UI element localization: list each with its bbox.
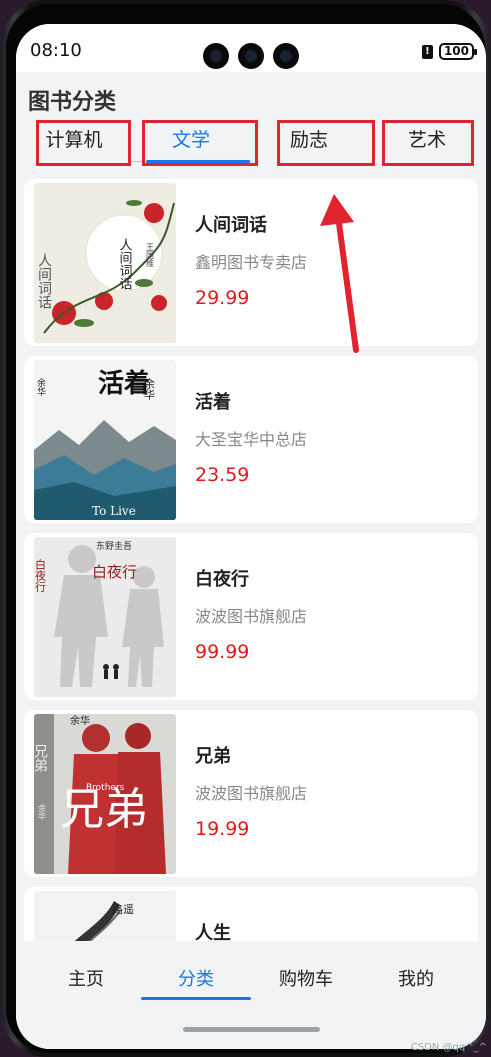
annotation-box [277, 120, 375, 166]
book-cover: 兄弟 Brothers 余华 兄弟 余华 [34, 714, 176, 874]
cover-art: 路遥 [34, 891, 176, 941]
annotation-box [382, 120, 474, 166]
status-bar: 08:10 ! 100 [16, 24, 486, 72]
cover-art: 活着 余华 余华 To Live [34, 360, 176, 520]
cover-author: 路遥 [112, 903, 134, 916]
cover-author: 余华 [38, 803, 47, 821]
cover-subtitle: Brothers [86, 783, 125, 793]
book-card[interactable]: 活着 余华 余华 To Live 活着 大圣宝华中总店 23.59 [24, 356, 478, 523]
book-title: 白夜行 [195, 569, 249, 590]
book-list[interactable]: 人间词话 人间词话 王国维 人间词话 鑫明图书专卖店 29.99 活着 余华 余… [24, 179, 478, 941]
nav-category[interactable]: 分类 [141, 965, 251, 991]
book-price: 99.99 [195, 641, 250, 663]
book-title: 人间词话 [195, 215, 267, 236]
book-title: 人生 [195, 923, 231, 941]
book-cover: 活着 余华 余华 To Live [34, 360, 176, 520]
cover-author: 东野圭吾 [96, 540, 132, 552]
annotation-arrow-icon [320, 194, 359, 353]
book-cover: 路遥 [34, 891, 176, 941]
nav-cart[interactable]: 购物车 [251, 965, 361, 991]
nav-active-indicator [141, 997, 251, 1000]
watermark: CSDN @qq^_^ [410, 1042, 487, 1053]
book-price: 19.99 [195, 818, 250, 840]
battery-icon: 100 [438, 43, 478, 60]
phone-bezel: 08:10 ! 100 图书分类 计算机 文学 励志 艺术 人间词话 人间词话 … [6, 4, 486, 1053]
book-shop: 大圣宝华中总店 [195, 430, 308, 449]
cover-title: 人间词话 [117, 238, 133, 290]
book-card[interactable]: 路遥 人生 [24, 887, 478, 941]
home-indicator[interactable] [183, 1027, 320, 1032]
book-card[interactable]: 兄弟 Brothers 余华 兄弟 余华 兄弟 波波图书旗舰店 19.99 [24, 710, 478, 877]
book-title: 兄弟 [195, 746, 231, 767]
phone-screen: 08:10 ! 100 图书分类 计算机 文学 励志 艺术 人间词话 人间词话 … [16, 24, 486, 1049]
book-card[interactable]: 白夜行 东野圭吾 白夜行 白夜行 波波图书旗舰店 99.99 [24, 533, 478, 700]
annotation-box [36, 120, 131, 166]
book-title: 活着 [195, 392, 231, 413]
book-price: 29.99 [195, 287, 250, 309]
book-card[interactable]: 人间词话 人间词话 王国维 人间词话 鑫明图书专卖店 29.99 [24, 179, 478, 346]
page-title: 图书分类 [28, 90, 117, 115]
book-price: 23.59 [195, 464, 250, 486]
camera-icon [203, 43, 229, 69]
book-cover: 人间词话 人间词话 王国维 [34, 183, 176, 343]
cover-art: 白夜行 东野圭吾 白夜行 [34, 537, 176, 697]
nav-profile[interactable]: 我的 [361, 965, 471, 991]
cover-author: 王国维 [146, 243, 155, 268]
status-time: 08:10 [30, 40, 82, 61]
cover-author: 余华 [35, 377, 46, 397]
sim-alert-icon: ! [421, 44, 433, 59]
cover-author: 余华 [143, 377, 156, 400]
cover-art: 人间词话 人间词话 王国维 [34, 183, 176, 343]
annotation-box [142, 120, 258, 166]
nav-home[interactable]: 主页 [31, 965, 141, 991]
cover-title: 人间词话 [36, 253, 52, 309]
sensor-icon [238, 43, 264, 69]
camera-icon [273, 43, 299, 69]
book-shop: 波波图书旗舰店 [195, 784, 308, 803]
cover-author: 余华 [70, 714, 90, 727]
cover-art: 兄弟 Brothers 余华 兄弟 余华 [34, 714, 176, 874]
cover-title: 兄弟 [34, 744, 48, 772]
bottom-tab-bar: 主页 分类 购物车 我的 [16, 941, 486, 1049]
phone-frame: 08:10 ! 100 图书分类 计算机 文学 励志 艺术 人间词话 人间词话 … [0, 0, 491, 1057]
book-shop: 鑫明图书专卖店 [195, 253, 308, 272]
book-shop: 波波图书旗舰店 [195, 607, 308, 626]
book-cover: 白夜行 东野圭吾 白夜行 [34, 537, 176, 697]
status-indicators: ! 100 [421, 43, 478, 60]
cover-title: 白夜行 [92, 563, 137, 581]
cover-title: 白夜行 [34, 558, 47, 593]
cover-subtitle: To Live [92, 504, 136, 518]
